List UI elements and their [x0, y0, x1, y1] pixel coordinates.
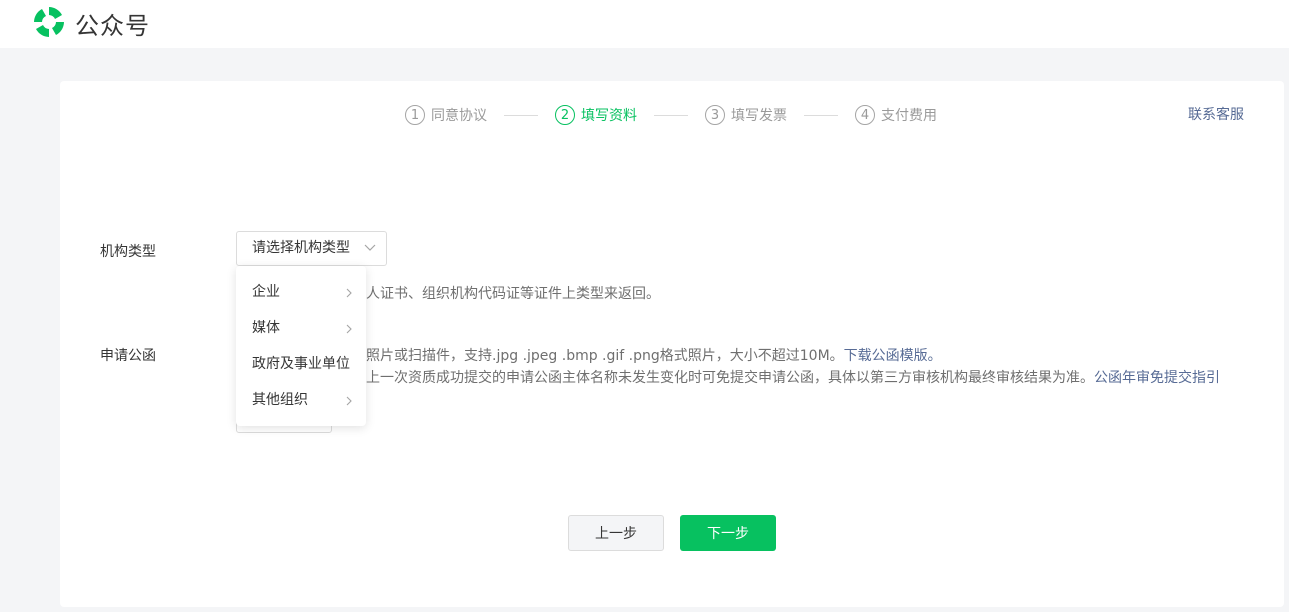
step-2-number: 2: [555, 105, 575, 125]
step-indicator: 1 同意协议 2 填写资料 3 填写发票 4 支付费用: [405, 105, 937, 125]
application-letter-hint-1: 照片或扫描件，支持.jpg .jpeg .bmp .gif .png格式照片，大…: [366, 345, 942, 365]
dropdown-item-label: 其他组织: [252, 392, 308, 408]
application-letter-label: 申请公函: [100, 348, 156, 364]
step-3-number: 3: [705, 105, 725, 125]
prev-step-button[interactable]: 上一步: [568, 515, 664, 551]
annual-review-guide-link[interactable]: 公函年审免提交指引: [1094, 370, 1220, 386]
dropdown-item-government[interactable]: 政府及事业单位: [236, 346, 366, 382]
chevron-down-icon: [364, 244, 376, 251]
dropdown-item-media[interactable]: 媒体: [236, 310, 366, 346]
dropdown-item-label: 企业: [252, 284, 280, 300]
contact-support-link[interactable]: 联系客服: [1188, 104, 1244, 124]
step-4-number: 4: [855, 105, 875, 125]
org-type-select[interactable]: 请选择机构类型: [236, 231, 387, 266]
top-bar: 公众号: [0, 0, 1289, 48]
org-type-select-placeholder: 请选择机构类型: [252, 240, 350, 256]
dropdown-item-label: 政府及事业单位: [252, 356, 350, 372]
application-letter-hint-1-text: 照片或扫描件，支持.jpg .jpeg .bmp .gif .png格式照片，大…: [366, 348, 844, 364]
org-type-dropdown: 企业 媒体 政府及事业单位 其他组织: [236, 266, 366, 426]
dropdown-item-label: 媒体: [252, 320, 280, 336]
wechat-official-account-logo-icon[interactable]: [31, 4, 67, 40]
step-divider: [804, 114, 838, 116]
application-letter-hint-2-text: 上一次资质成功提交的申请公函主体名称未发生变化时可免提交申请公函，具体以第三方审…: [366, 370, 1094, 386]
step-4-label: 支付费用: [881, 108, 937, 124]
application-letter-hint-2: 上一次资质成功提交的申请公函主体名称未发生变化时可免提交申请公函，具体以第三方审…: [366, 367, 1220, 387]
step-3: 3 填写发票: [705, 105, 787, 125]
chevron-right-icon: [346, 324, 352, 334]
step-1-label: 同意协议: [431, 108, 487, 124]
chevron-right-icon: [346, 288, 352, 298]
download-template-link[interactable]: 下载公函模版。: [844, 348, 942, 364]
chevron-right-icon: [346, 396, 352, 406]
step-2-label: 填写资料: [581, 108, 637, 124]
step-divider: [654, 114, 688, 116]
next-step-button[interactable]: 下一步: [680, 515, 776, 551]
org-type-hint: 人证书、组织机构代码证等证件上类型来返回。: [366, 286, 660, 302]
step-4: 4 支付费用: [855, 105, 937, 125]
brand-title[interactable]: 公众号: [75, 6, 150, 41]
step-divider: [504, 114, 538, 116]
org-type-label: 机构类型: [100, 244, 156, 260]
dropdown-item-other[interactable]: 其他组织: [236, 382, 366, 418]
step-3-label: 填写发票: [731, 108, 787, 124]
step-2: 2 填写资料: [555, 105, 637, 125]
step-1-number: 1: [405, 105, 425, 125]
dropdown-item-enterprise[interactable]: 企业: [236, 274, 366, 310]
step-1: 1 同意协议: [405, 105, 487, 125]
